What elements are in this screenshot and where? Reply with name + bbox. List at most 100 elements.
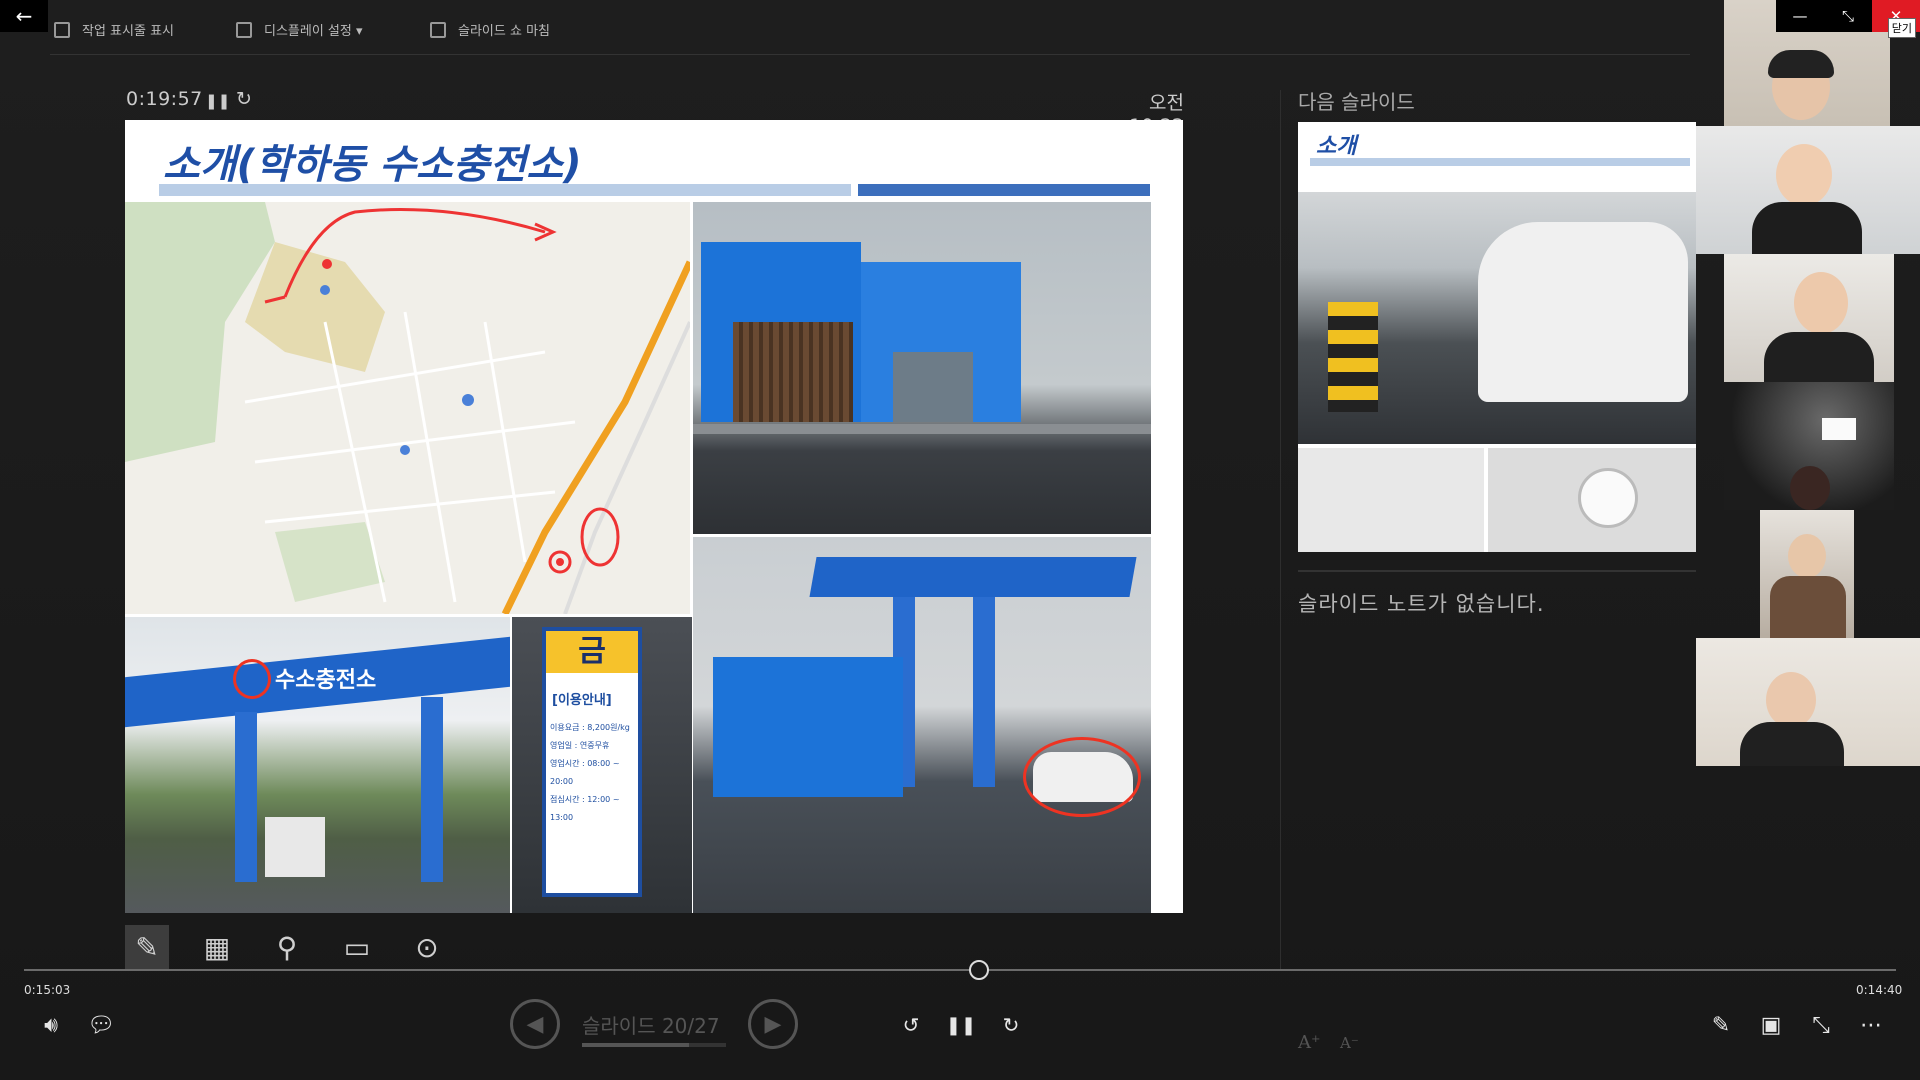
- slide-title: 소개(학하동 수소충전소): [163, 142, 582, 188]
- station-front-photo: 수소충전소: [125, 617, 510, 913]
- participant-body: [1740, 722, 1844, 766]
- next-slide-title: 소개: [1316, 134, 1357, 159]
- highlight-circle: [233, 659, 271, 699]
- display-settings-button[interactable]: 디스플레이 설정 ▾: [236, 20, 363, 39]
- screen-icon: ▭: [343, 930, 371, 964]
- safety-bollard: [1328, 302, 1378, 412]
- next-slide-preview[interactable]: 소개: [1298, 122, 1696, 552]
- end-show-icon: [430, 21, 446, 38]
- previous-slide-button[interactable]: ◀: [510, 999, 560, 1049]
- sign-header: 금: [546, 631, 638, 673]
- participant-body: [1764, 332, 1874, 382]
- fuel-cap: [1578, 468, 1638, 528]
- next-slide-button[interactable]: ▶: [748, 999, 798, 1049]
- info-sign-photo: 금 [이용안내] 이용요금 : 8,200원/kg 영업일 : 연중무휴 영업시…: [512, 617, 692, 913]
- wood-panel: [733, 322, 853, 422]
- pause-icon: ❚❚: [945, 1014, 977, 1036]
- more-options-button[interactable]: ⊙: [405, 925, 449, 969]
- edit-button[interactable]: ✎: [1706, 1010, 1736, 1040]
- timer-pause-button[interactable]: ❚❚: [205, 92, 230, 110]
- title-underline-accent: [858, 184, 1150, 196]
- pencil-icon: ✎: [1711, 1012, 1731, 1038]
- toolbar-divider: [50, 54, 1690, 55]
- slide-progress-fill: [582, 1043, 689, 1047]
- see-all-slides-button[interactable]: ▦: [195, 925, 239, 969]
- display-settings-label: 디스플레이 설정 ▾: [264, 24, 363, 39]
- zoom-button[interactable]: ⚲: [265, 925, 309, 969]
- seek-thumb[interactable]: [968, 960, 989, 980]
- chevron-right-icon: ▶: [764, 1011, 782, 1037]
- notes-divider: [1298, 570, 1696, 572]
- current-slide: 소개(학하동 수소충전소) 수소충전소 금 [이용안내] 이용요금: 8,20…: [125, 120, 1183, 913]
- more-icon: ⊙: [415, 930, 439, 964]
- increase-font-button[interactable]: A⁺: [1298, 1032, 1321, 1053]
- more-button[interactable]: ⋯: [1856, 1010, 1886, 1040]
- dispenser: [265, 817, 325, 877]
- location-map: [125, 202, 690, 614]
- zoom-icon: ⚲: [276, 930, 298, 964]
- canopy-roof: [809, 557, 1137, 597]
- participant-face: [1788, 534, 1826, 578]
- next-slide-label: 다음 슬라이드: [1298, 90, 1415, 114]
- show-taskbar-button[interactable]: 작업 표시줄 표시: [54, 20, 174, 39]
- map-drawing: [125, 202, 690, 614]
- remaining-time: 0:14:40: [1856, 983, 1903, 997]
- show-taskbar-label: 작업 표시줄 표시: [82, 24, 174, 39]
- white-car: [1478, 222, 1688, 402]
- canopy-pillar: [973, 597, 995, 787]
- participant-video: [1760, 510, 1854, 638]
- slide-progress: [582, 1043, 726, 1047]
- end-slideshow-button[interactable]: 슬라이드 쇼 마침: [430, 20, 550, 39]
- minimize-button[interactable]: —: [1776, 0, 1824, 32]
- pen-tool-button[interactable]: ✎: [125, 925, 169, 969]
- participant-face: [1794, 272, 1848, 334]
- sign-title: [이용안내]: [552, 693, 612, 708]
- participant-body: [1770, 576, 1846, 638]
- participant-video: [1696, 638, 1920, 766]
- minimize-icon: —: [1792, 7, 1808, 25]
- chevron-left-icon: ◀: [526, 1011, 544, 1037]
- display-icon: [236, 21, 252, 38]
- next-title-underline: [1310, 158, 1690, 166]
- sign-line: 영업시간 : 08:00 ~ 20:00: [550, 759, 620, 786]
- participant-face: [1766, 672, 1816, 728]
- participant-video: [1724, 382, 1894, 510]
- rewind-10-button[interactable]: ↺: [896, 1010, 926, 1040]
- participant-body: [1752, 202, 1862, 254]
- presentation-player: ← 작업 표시줄 표시 디스플레이 설정 ▾ 슬라이드 쇼 마침 0:19:57…: [0, 0, 1920, 1080]
- car-trunk-photo: [1298, 448, 1484, 552]
- timer-reset-button[interactable]: ↻: [236, 88, 252, 110]
- storage-building: [713, 657, 903, 797]
- captions-icon: 💬︎: [87, 1012, 115, 1038]
- forward-30-button[interactable]: ↻: [996, 1010, 1026, 1040]
- pause-button[interactable]: ❚❚: [946, 1010, 976, 1040]
- ceiling-light: [1822, 418, 1856, 440]
- pen-icon: ✎: [135, 930, 159, 964]
- station-canopy-photo: [693, 537, 1151, 913]
- slide-tools: ✎ ▦ ⚲ ▭ ⊙: [125, 925, 449, 969]
- miniplayer-button[interactable]: ▣: [1756, 1010, 1786, 1040]
- participant-video: [1696, 126, 1920, 254]
- glass-door: [893, 352, 973, 422]
- end-slideshow-label: 슬라이드 쇼 마침: [458, 24, 550, 39]
- captions-button[interactable]: 💬︎: [86, 1010, 116, 1040]
- presenter-toolbar: ← 작업 표시줄 표시 디스플레이 설정 ▾ 슬라이드 쇼 마침: [0, 0, 1700, 55]
- info-sign: 금 [이용안내] 이용요금 : 8,200원/kg 영업일 : 연중무휴 영업시…: [542, 627, 642, 897]
- canopy-pillar: [421, 697, 443, 882]
- black-screen-button[interactable]: ▭: [335, 925, 379, 969]
- sign-line: 영업일 : 연중무휴: [550, 741, 610, 750]
- miniplayer-icon: ▣: [1760, 1012, 1782, 1038]
- speaker-notes: 슬라이드 노트가 없습니다.: [1298, 592, 1545, 616]
- exit-fullscreen-button[interactable]: ⤡: [1806, 1010, 1836, 1040]
- decrease-font-button[interactable]: A⁻: [1340, 1034, 1359, 1052]
- elapsed-time: 0:15:03: [24, 983, 71, 997]
- back-button[interactable]: ←: [0, 0, 48, 32]
- ellipsis-icon: ⋯: [1860, 1012, 1882, 1038]
- restore-button[interactable]: ⤡: [1824, 0, 1872, 32]
- taskbar-icon: [54, 21, 70, 38]
- back-arrow-icon: ←: [15, 4, 33, 28]
- seek-bar[interactable]: [24, 969, 1896, 971]
- volume-button[interactable]: 🔊︎: [36, 1010, 66, 1040]
- forward-30-icon: ↻: [1002, 1013, 1020, 1037]
- participant-face: [1776, 144, 1832, 206]
